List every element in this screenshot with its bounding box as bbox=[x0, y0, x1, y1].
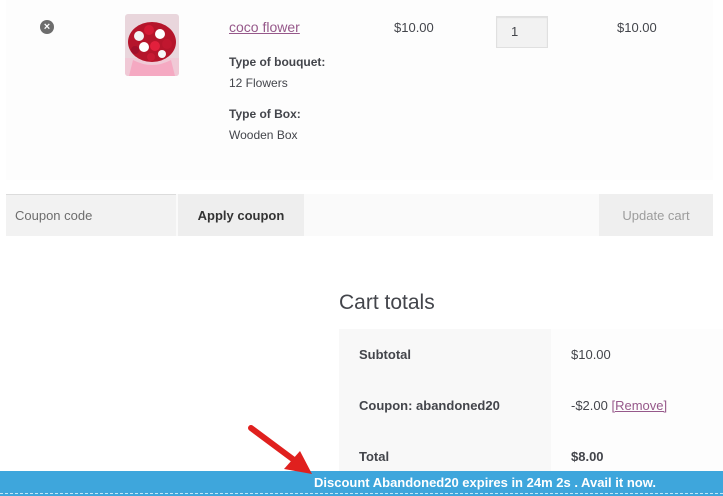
product-thumbnail[interactable] bbox=[125, 14, 179, 76]
totals-label: Subtotal bbox=[339, 329, 551, 380]
meta-value: Wooden Box bbox=[229, 128, 298, 142]
totals-value: -$2.00 [Remove] bbox=[551, 380, 723, 431]
flower-bouquet-image bbox=[125, 14, 179, 76]
totals-amount: -$2.00 bbox=[571, 398, 612, 413]
cart-actions: Apply coupon Update cart bbox=[6, 194, 713, 236]
update-cart-button[interactable]: Update cart bbox=[599, 194, 713, 236]
item-price: $10.00 bbox=[394, 20, 434, 35]
meta-key: Type of Box: bbox=[229, 107, 301, 121]
totals-value: $10.00 bbox=[551, 329, 723, 380]
cart-totals-table: Subtotal $10.00 Coupon: abandoned20 -$2.… bbox=[339, 329, 723, 482]
totals-label: Coupon: abandoned20 bbox=[339, 380, 551, 431]
meta-value: 12 Flowers bbox=[229, 76, 288, 90]
totals-amount: $10.00 bbox=[571, 347, 611, 362]
banner-divider bbox=[0, 493, 723, 494]
meta-bouquet: Type of bouquet: 12 Flowers bbox=[229, 55, 325, 90]
remove-coupon-link[interactable]: [Remove] bbox=[611, 398, 667, 413]
item-subtotal: $10.00 bbox=[617, 20, 657, 35]
totals-amount: $8.00 bbox=[571, 449, 604, 464]
cart-item-row: × coco flower Type of bouquet: 12 Flower… bbox=[6, 0, 713, 180]
meta-key: Type of bouquet: bbox=[229, 55, 326, 69]
discount-banner-text: Discount Abandoned20 expires in 24m 2s .… bbox=[314, 475, 656, 490]
product-name-link[interactable]: coco flower bbox=[229, 19, 300, 35]
quantity-input[interactable]: 1 bbox=[496, 16, 548, 48]
apply-coupon-button[interactable]: Apply coupon bbox=[178, 194, 304, 236]
totals-row-coupon: Coupon: abandoned20 -$2.00 [Remove] bbox=[339, 380, 723, 431]
totals-row-subtotal: Subtotal $10.00 bbox=[339, 329, 723, 380]
coupon-code-input[interactable] bbox=[6, 194, 176, 236]
remove-item-icon[interactable]: × bbox=[40, 20, 54, 34]
cart-totals-title: Cart totals bbox=[339, 291, 435, 314]
meta-box: Type of Box: Wooden Box bbox=[229, 107, 301, 142]
